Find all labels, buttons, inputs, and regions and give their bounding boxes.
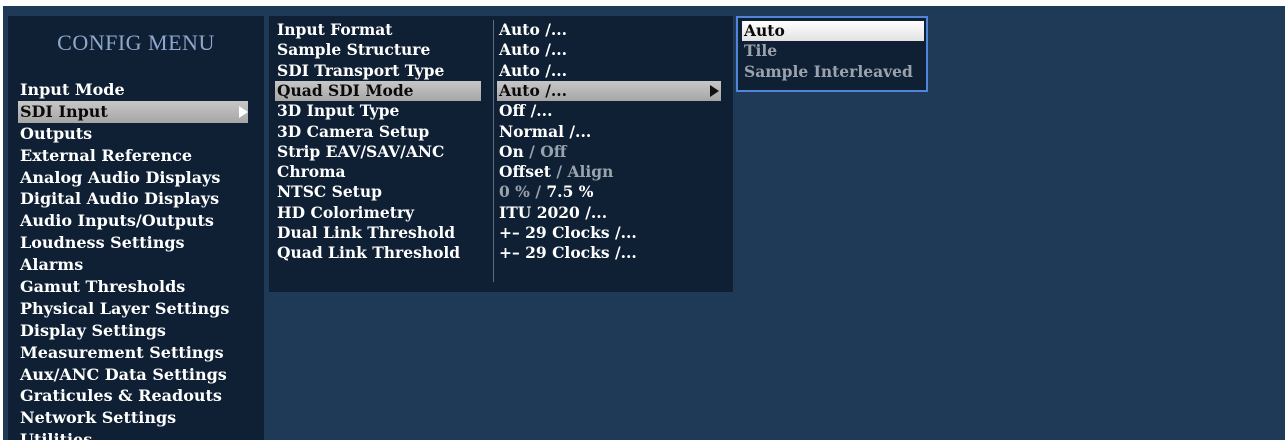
menu-item-loudness-settings[interactable]: Loudness Settings [18, 232, 248, 254]
setting-label: Chroma [277, 162, 346, 182]
setting-label: 3D Input Type [277, 101, 400, 121]
setting-row-sdi-transport-type[interactable]: SDI Transport Type Auto /... [269, 61, 725, 81]
sdi-input-submenu: Input Format Auto /... Sample Structure … [269, 16, 733, 292]
setting-row-sample-structure[interactable]: Sample Structure Auto /... [269, 40, 725, 60]
setting-row-hd-colorimetry[interactable]: HD Colorimetry ITU 2020 /... [269, 203, 725, 223]
setting-value: ITU 2020 /... [499, 202, 608, 222]
setting-value: Auto /... [499, 40, 568, 60]
option-active[interactable]: Offset [499, 162, 551, 181]
menu-item-label: Audio Inputs/Outputs [20, 211, 214, 231]
menu-item-external-reference[interactable]: External Reference [18, 145, 248, 167]
setting-row-quad-sdi-mode[interactable]: Quad SDI Mode Auto /... [269, 80, 725, 102]
menu-item-analog-audio-displays[interactable]: Analog Audio Displays [18, 167, 248, 189]
setting-row-chroma[interactable]: Chroma Offset / Align [269, 162, 725, 182]
config-menu-panel: CONFIG MENU Input Mode SDI Input Outputs… [8, 16, 264, 440]
option-tile[interactable]: Tile [742, 41, 777, 61]
setting-label: Sample Structure [277, 40, 431, 60]
menu-item-physical-layer-settings[interactable]: Physical Layer Settings [18, 298, 248, 320]
setting-value: Off /... [499, 101, 553, 121]
setting-value: Normal /... [499, 121, 592, 141]
setting-label: 3D Camera Setup [277, 121, 430, 141]
submenu-arrow-icon [239, 105, 248, 118]
option-separator: / [550, 162, 568, 182]
menu-item-label: Aux/ANC Data Settings [20, 364, 227, 384]
setting-label: NTSC Setup [277, 182, 382, 202]
option-inactive[interactable]: Align [567, 162, 613, 181]
option-auto[interactable]: Auto [742, 21, 924, 42]
menu-item-label: Loudness Settings [20, 233, 185, 253]
menu-item-label: Physical Layer Settings [20, 298, 230, 318]
menu-item-label: Measurement Settings [20, 342, 224, 362]
setting-label: Strip EAV/SAV/ANC [277, 141, 445, 161]
menu-item-network-settings[interactable]: Network Settings [18, 407, 248, 429]
menu-item-measurement-settings[interactable]: Measurement Settings [18, 342, 248, 364]
setting-label: HD Colorimetry [277, 202, 415, 222]
setting-value: Auto /... [499, 20, 568, 39]
setting-label: Input Format [277, 20, 393, 39]
setting-value: Auto /... [499, 60, 568, 80]
setting-row-3d-input-type[interactable]: 3D Input Type Off /... [269, 101, 725, 121]
setting-toggle-value: On / Off [499, 142, 566, 162]
quad-sdi-mode-options: Auto Tile Sample Interleaved [736, 16, 928, 92]
setting-toggle-value: Offset / Align [499, 162, 613, 182]
menu-item-label: Digital Audio Displays [20, 189, 220, 209]
option-sample-interleaved[interactable]: Sample Interleaved [742, 62, 913, 82]
menu-item-label: SDI Input [20, 101, 108, 121]
setting-label: Dual Link Threshold [277, 223, 456, 242]
menu-item-label: Analog Audio Displays [20, 167, 221, 187]
option-active[interactable]: On [499, 142, 524, 161]
setting-value: Auto /... [499, 80, 568, 100]
menu-item-label: External Reference [20, 145, 193, 165]
config-menu-list: Input Mode SDI Input Outputs External Re… [18, 79, 248, 440]
setting-label: Quad Link Threshold [277, 243, 461, 263]
config-menu-title: CONFIG MENU [57, 30, 215, 55]
menu-item-audio-inputs-outputs[interactable]: Audio Inputs/Outputs [18, 210, 248, 232]
menu-item-outputs[interactable]: Outputs [18, 123, 248, 145]
menu-item-alarms[interactable]: Alarms [18, 254, 248, 276]
option-separator: / [523, 141, 541, 161]
setting-row-strip-eav-sav-anc[interactable]: Strip EAV/SAV/ANC On / Off [269, 142, 725, 162]
menu-item-label: Alarms [20, 255, 84, 275]
menu-item-digital-audio-displays[interactable]: Digital Audio Displays [18, 188, 248, 210]
option-active[interactable]: 7.5 % [546, 182, 593, 201]
setting-row-3d-camera-setup[interactable]: 3D Camera Setup Normal /... [269, 122, 725, 142]
menu-item-sdi-input[interactable]: SDI Input [18, 100, 248, 123]
menu-item-label: Display Settings [20, 320, 166, 340]
menu-item-label: Network Settings [20, 408, 177, 428]
option-separator: / [529, 182, 547, 202]
menu-item-label: Outputs [20, 123, 93, 143]
menu-item-label: Utilities [20, 430, 93, 440]
menu-item-label: Gamut Thresholds [20, 277, 186, 297]
menu-item-display-settings[interactable]: Display Settings [18, 320, 248, 342]
setting-value: +– 29 Clocks /... [499, 243, 637, 263]
setting-row-input-format[interactable]: Input Format Auto /... [269, 20, 725, 40]
menu-item-label: Graticules & Readouts [20, 386, 222, 406]
submenu-arrow-icon [710, 84, 719, 97]
setting-label: SDI Transport Type [277, 60, 445, 80]
setting-label: Quad SDI Mode [277, 80, 414, 100]
option-inactive[interactable]: Off [540, 142, 566, 161]
setting-value: +– 29 Clocks /... [499, 223, 637, 242]
menu-item-gamut-thresholds[interactable]: Gamut Thresholds [18, 276, 248, 298]
setting-row-quad-link-threshold[interactable]: Quad Link Threshold +– 29 Clocks /... [269, 243, 725, 263]
menu-item-label: Input Mode [20, 80, 125, 99]
option-inactive[interactable]: 0 % [499, 182, 530, 201]
menu-item-graticules-readouts[interactable]: Graticules & Readouts [18, 385, 248, 407]
menu-item-utilities[interactable]: Utilities [18, 429, 248, 440]
monitor-screen: CONFIG MENU Input Mode SDI Input Outputs… [3, 6, 1285, 440]
menu-item-input-mode[interactable]: Input Mode [18, 79, 248, 101]
setting-toggle-value: 0 % / 7.5 % [499, 182, 593, 202]
menu-item-aux-anc-data-settings[interactable]: Aux/ANC Data Settings [18, 364, 248, 386]
setting-row-dual-link-threshold[interactable]: Dual Link Threshold +– 29 Clocks /... [269, 223, 725, 243]
setting-row-ntsc-setup[interactable]: NTSC Setup 0 % / 7.5 % [269, 182, 725, 202]
